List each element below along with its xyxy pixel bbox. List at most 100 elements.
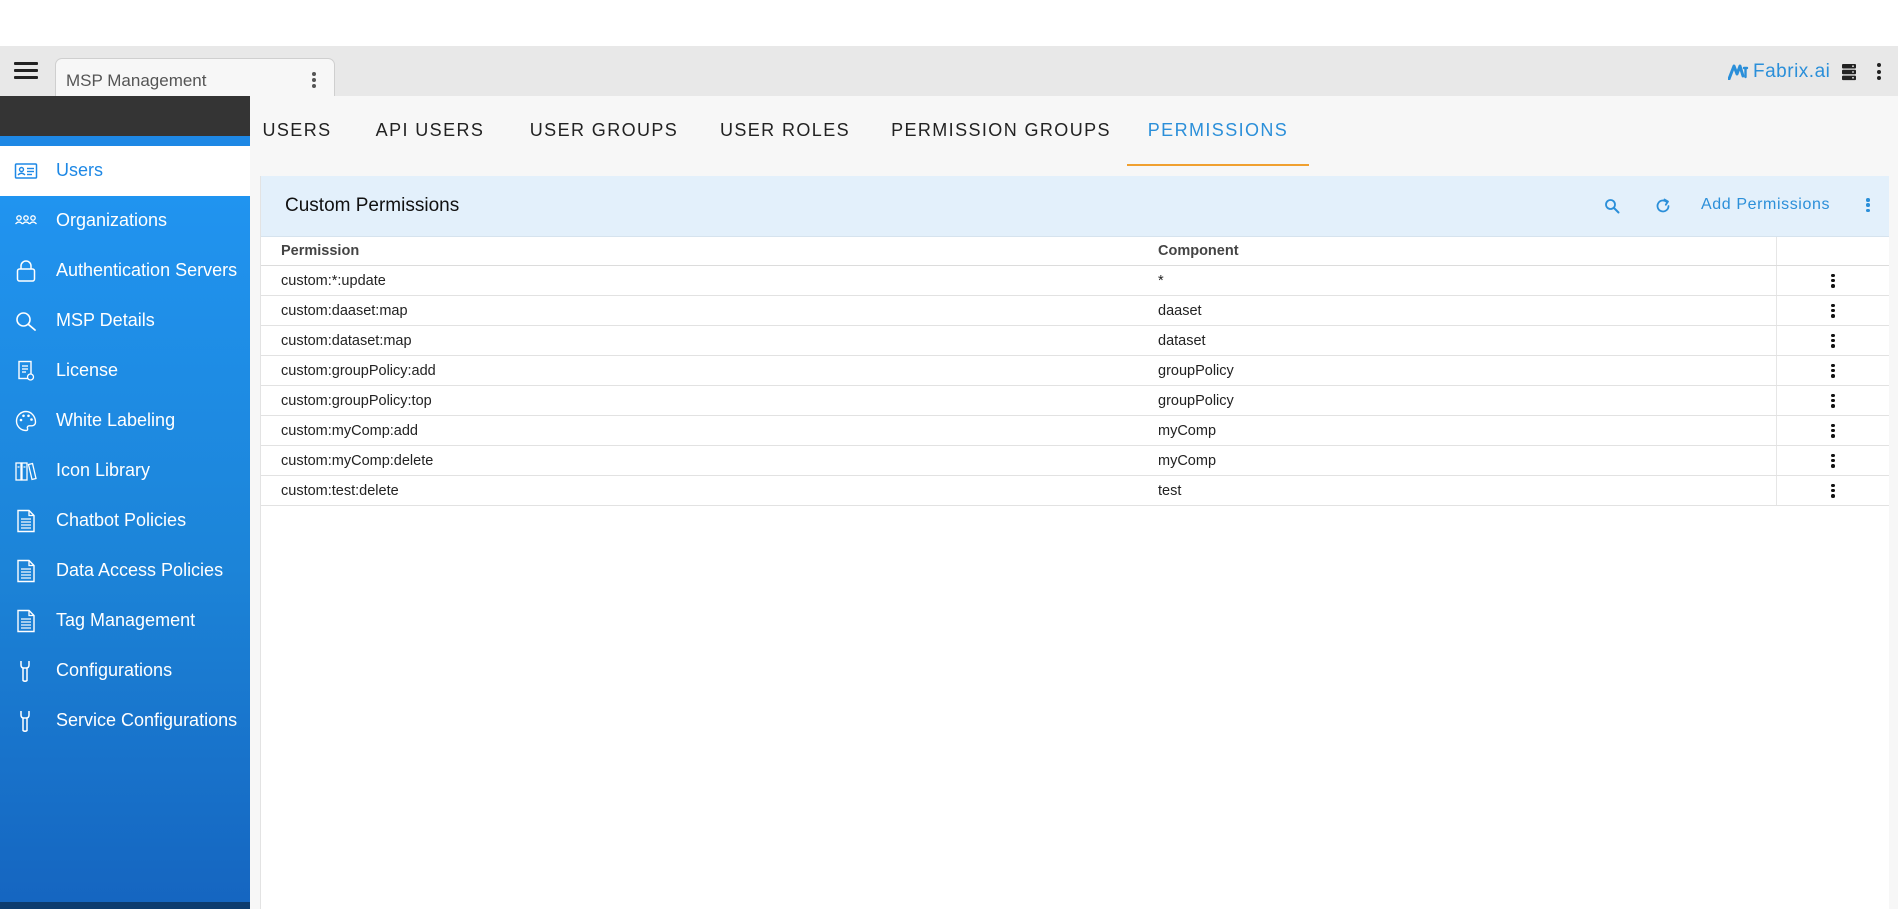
permissions-table: Permission Component custom:*:update * c…	[261, 237, 1889, 506]
brand-logo: Fabrix.ai	[1728, 61, 1830, 83]
app-tab-more-icon[interactable]	[312, 72, 316, 88]
table-row[interactable]: custom:myComp:add myComp	[261, 415, 1889, 446]
sidebar-item-msp-details[interactable]: MSP Details	[0, 296, 250, 346]
tab-users[interactable]: USERS	[258, 96, 336, 164]
sidebar-item-label: Configurations	[56, 660, 173, 680]
app-tab[interactable]: MSP Management	[55, 58, 335, 96]
tab-permissions[interactable]: PERMISSIONS	[1127, 96, 1309, 166]
permission-cell: custom:myComp:add	[261, 415, 1138, 446]
row-more-icon[interactable]	[1831, 363, 1835, 378]
database-icon[interactable]	[1841, 63, 1857, 81]
sidebar-item-label: Organizations	[56, 210, 168, 230]
component-cell: myComp	[1138, 415, 1777, 446]
sidebar-item-service-configurations[interactable]: Service Configurations	[0, 696, 250, 746]
row-actions-cell	[1776, 415, 1889, 446]
row-actions-cell	[1776, 265, 1889, 296]
refresh-icon[interactable]	[1654, 197, 1672, 215]
sidebar-item-label: White Labeling	[56, 410, 176, 430]
tab-permission-groups[interactable]: PERMISSION GROUPS	[886, 96, 1116, 164]
component-cell: dataset	[1138, 325, 1777, 356]
tab-api-users[interactable]: API USERS	[363, 96, 497, 164]
panel-more-icon[interactable]	[1866, 198, 1870, 212]
row-more-icon[interactable]	[1831, 453, 1835, 468]
row-actions-cell	[1776, 475, 1889, 506]
column-header-component[interactable]: Component	[1138, 237, 1777, 266]
sidebar-header	[0, 96, 250, 136]
panel-header: Custom Permissions Add Permissions	[261, 176, 1889, 237]
row-more-icon[interactable]	[1831, 273, 1835, 288]
sidebar-item-icon-library[interactable]: Icon Library	[0, 446, 250, 496]
row-actions-cell	[1776, 355, 1889, 386]
permission-cell: custom:test:delete	[261, 475, 1138, 506]
document-icon	[17, 609, 35, 633]
table-row[interactable]: custom:test:delete test	[261, 475, 1889, 506]
sidebar-item-users[interactable]: Users	[0, 146, 250, 196]
column-header-permission[interactable]: Permission	[261, 237, 1138, 266]
sidebar-item-label: Tag Management	[56, 610, 196, 630]
table-row[interactable]: custom:*:update *	[261, 265, 1889, 296]
permission-cell: custom:daaset:map	[261, 295, 1138, 326]
add-permissions-button[interactable]: Add Permissions	[1701, 196, 1830, 214]
component-cell: groupPolicy	[1138, 355, 1777, 386]
brand-name: Fabrix.ai	[1753, 61, 1831, 82]
sidebar-item-tag-management[interactable]: Tag Management	[0, 596, 250, 646]
table-row[interactable]: custom:dataset:map dataset	[261, 325, 1889, 356]
wrench-icon	[20, 661, 30, 682]
sidebar-item-label: Icon Library	[56, 460, 151, 480]
row-more-icon[interactable]	[1831, 423, 1835, 438]
panel-title: Custom Permissions	[285, 195, 460, 216]
component-cell: myComp	[1138, 445, 1777, 476]
table-row[interactable]: custom:groupPolicy:top groupPolicy	[261, 385, 1889, 416]
sidebar-item-label: Chatbot Policies	[56, 510, 187, 530]
sidebar-header-accent	[0, 136, 250, 146]
table-row[interactable]: custom:daaset:map daaset	[261, 295, 1889, 326]
permission-cell: custom:myComp:delete	[261, 445, 1138, 476]
sidebar-footer	[0, 902, 250, 909]
component-cell: daaset	[1138, 295, 1777, 326]
sidebar-item-license[interactable]: License	[0, 346, 250, 396]
tab-user-groups[interactable]: USER GROUPS	[524, 96, 684, 164]
permission-cell: custom:*:update	[261, 265, 1138, 296]
main-content: USERS API USERS USER GROUPS USER ROLES P…	[250, 96, 1898, 909]
sidebar-item-chatbot-policies[interactable]: Chatbot Policies	[0, 496, 250, 546]
row-more-icon[interactable]	[1831, 393, 1835, 408]
sidebar-item-white-labeling[interactable]: White Labeling	[0, 396, 250, 446]
sidebar-item-authentication-servers[interactable]: Authentication Servers	[0, 246, 250, 296]
permission-cell: custom:groupPolicy:add	[261, 355, 1138, 386]
hamburger-menu-icon[interactable]	[14, 62, 38, 80]
table-row[interactable]: custom:myComp:delete myComp	[261, 445, 1889, 476]
custom-permissions-panel: Custom Permissions Add Permissions Permi…	[260, 176, 1889, 909]
table-row[interactable]: custom:groupPolicy:add groupPolicy	[261, 355, 1889, 386]
app-tab-title: MSP Management	[66, 71, 207, 90]
row-more-icon[interactable]	[1831, 333, 1835, 348]
component-cell: groupPolicy	[1138, 385, 1777, 416]
library-books-icon	[15, 462, 37, 481]
component-cell: test	[1138, 475, 1777, 506]
search-icon[interactable]	[1604, 198, 1620, 214]
tab-bar: USERS API USERS USER GROUPS USER ROLES P…	[250, 96, 1898, 166]
more-vert-icon[interactable]	[1877, 63, 1881, 80]
top-bar: MSP Management Fabrix.ai	[0, 46, 1898, 96]
sidebar-item-organizations[interactable]: Organizations	[0, 196, 250, 246]
tab-user-roles[interactable]: USER ROLES	[711, 96, 859, 164]
row-actions-cell	[1776, 325, 1889, 356]
component-cell: *	[1138, 265, 1777, 296]
permission-cell: custom:groupPolicy:top	[261, 385, 1138, 416]
row-actions-cell	[1776, 295, 1889, 326]
user-card-icon	[14, 163, 38, 179]
people-group-icon	[15, 215, 37, 225]
sidebar-item-data-access-policies[interactable]: Data Access Policies	[0, 546, 250, 596]
sidebar-item-label: MSP Details	[56, 310, 155, 330]
sidebar-item-label: Data Access Policies	[56, 560, 224, 580]
row-more-icon[interactable]	[1831, 303, 1835, 318]
sidebar-item-label: Authentication Servers	[56, 260, 238, 280]
document-icon	[17, 509, 35, 533]
license-document-icon	[18, 360, 35, 381]
sidebar-item-configurations[interactable]: Configurations	[0, 646, 250, 696]
sidebar-item-label: License	[56, 360, 119, 380]
search-icon	[16, 312, 36, 331]
wrench-icon	[20, 711, 30, 732]
permission-cell: custom:dataset:map	[261, 325, 1138, 356]
row-more-icon[interactable]	[1831, 483, 1835, 498]
column-header-actions	[1776, 237, 1889, 266]
